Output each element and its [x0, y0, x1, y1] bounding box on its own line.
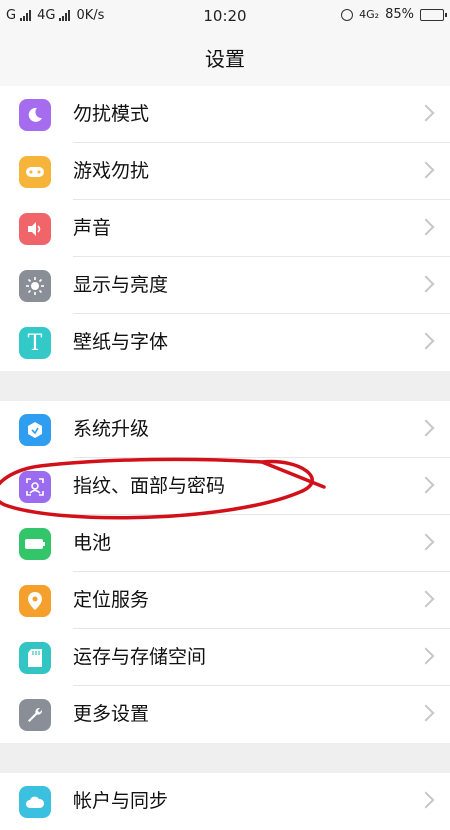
- settings-item-sd-card[interactable]: 运存与存储空间: [0, 629, 450, 686]
- location-pin-icon: [19, 585, 51, 617]
- settings-item-battery[interactable]: 电池: [0, 515, 450, 572]
- section-spacer: [0, 371, 450, 401]
- settings-item-label: 运存与存储空间: [73, 646, 207, 668]
- settings-item-label: 壁纸与字体: [73, 331, 169, 353]
- settings-item-label: 勿扰模式: [73, 103, 150, 125]
- settings-item-label: 系统升级: [73, 418, 150, 440]
- chevron-right-icon: [417, 218, 435, 236]
- sd-card-icon: [19, 642, 51, 674]
- chevron-right-icon: [417, 791, 435, 809]
- chevron-right-icon: [417, 704, 435, 722]
- settings-item-label: 指纹、面部与密码: [73, 475, 226, 497]
- page-title: 设置: [0, 32, 450, 86]
- battery-icon: [19, 528, 51, 560]
- settings-item-brightness[interactable]: 显示与亮度: [0, 257, 450, 314]
- chevron-right-icon: [417, 647, 435, 665]
- settings-item-label: 声音: [73, 217, 112, 239]
- chevron-right-icon: [417, 419, 435, 437]
- wrench-icon: [19, 699, 51, 731]
- settings-item-location-pin[interactable]: 定位服务: [0, 572, 450, 629]
- settings-item-label: 电池: [73, 532, 112, 554]
- chevron-right-icon: [417, 161, 435, 179]
- chevron-right-icon: [417, 104, 435, 122]
- settings-item-speaker[interactable]: 声音: [0, 200, 450, 257]
- upgrade-icon: [19, 414, 51, 446]
- settings-item-label: 游戏勿扰: [73, 160, 150, 182]
- settings-item-label: 显示与亮度: [73, 274, 169, 296]
- status-right: 4G₂ 85%: [341, 7, 447, 22]
- status-bar: G 4G 0K/s 10:20 4G₂ 85%: [0, 0, 450, 32]
- chevron-right-icon: [417, 275, 435, 293]
- section-spacer: [0, 743, 450, 773]
- settings-item-gamepad[interactable]: 游戏勿扰: [0, 143, 450, 200]
- settings-item-label: 帐户与同步: [73, 790, 169, 812]
- moon-icon: [19, 99, 51, 131]
- brightness-icon: [19, 270, 51, 302]
- settings-list: 勿扰模式游戏勿扰声音显示与亮度 T 壁纸与字体系统升级指纹、面部与密码 电池定位服务运…: [0, 86, 450, 830]
- cloud-icon: [19, 786, 51, 818]
- chevron-right-icon: [417, 476, 435, 494]
- settings-item-font-t[interactable]: T 壁纸与字体: [0, 314, 450, 371]
- settings-item-moon[interactable]: 勿扰模式: [0, 86, 450, 143]
- settings-item-cloud[interactable]: 帐户与同步: [0, 773, 450, 830]
- battery-status-icon: [420, 8, 447, 21]
- settings-item-label: 定位服务: [73, 589, 150, 611]
- gamepad-icon: [19, 156, 51, 188]
- chevron-right-icon: [417, 533, 435, 551]
- face-scan-icon: [19, 471, 51, 503]
- chevron-right-icon: [417, 590, 435, 608]
- settings-item-wrench[interactable]: 更多设置: [0, 686, 450, 743]
- settings-item-upgrade[interactable]: 系统升级: [0, 401, 450, 458]
- alarm-icon: [341, 8, 354, 21]
- settings-item-face-scan[interactable]: 指纹、面部与密码: [0, 458, 450, 515]
- settings-item-label: 更多设置: [73, 703, 150, 725]
- font-t-icon: T: [19, 327, 51, 359]
- battery-percent: 85%: [385, 7, 414, 22]
- network-indicator: 4G₂: [359, 8, 380, 21]
- speaker-icon: [19, 213, 51, 245]
- chevron-right-icon: [417, 332, 435, 350]
